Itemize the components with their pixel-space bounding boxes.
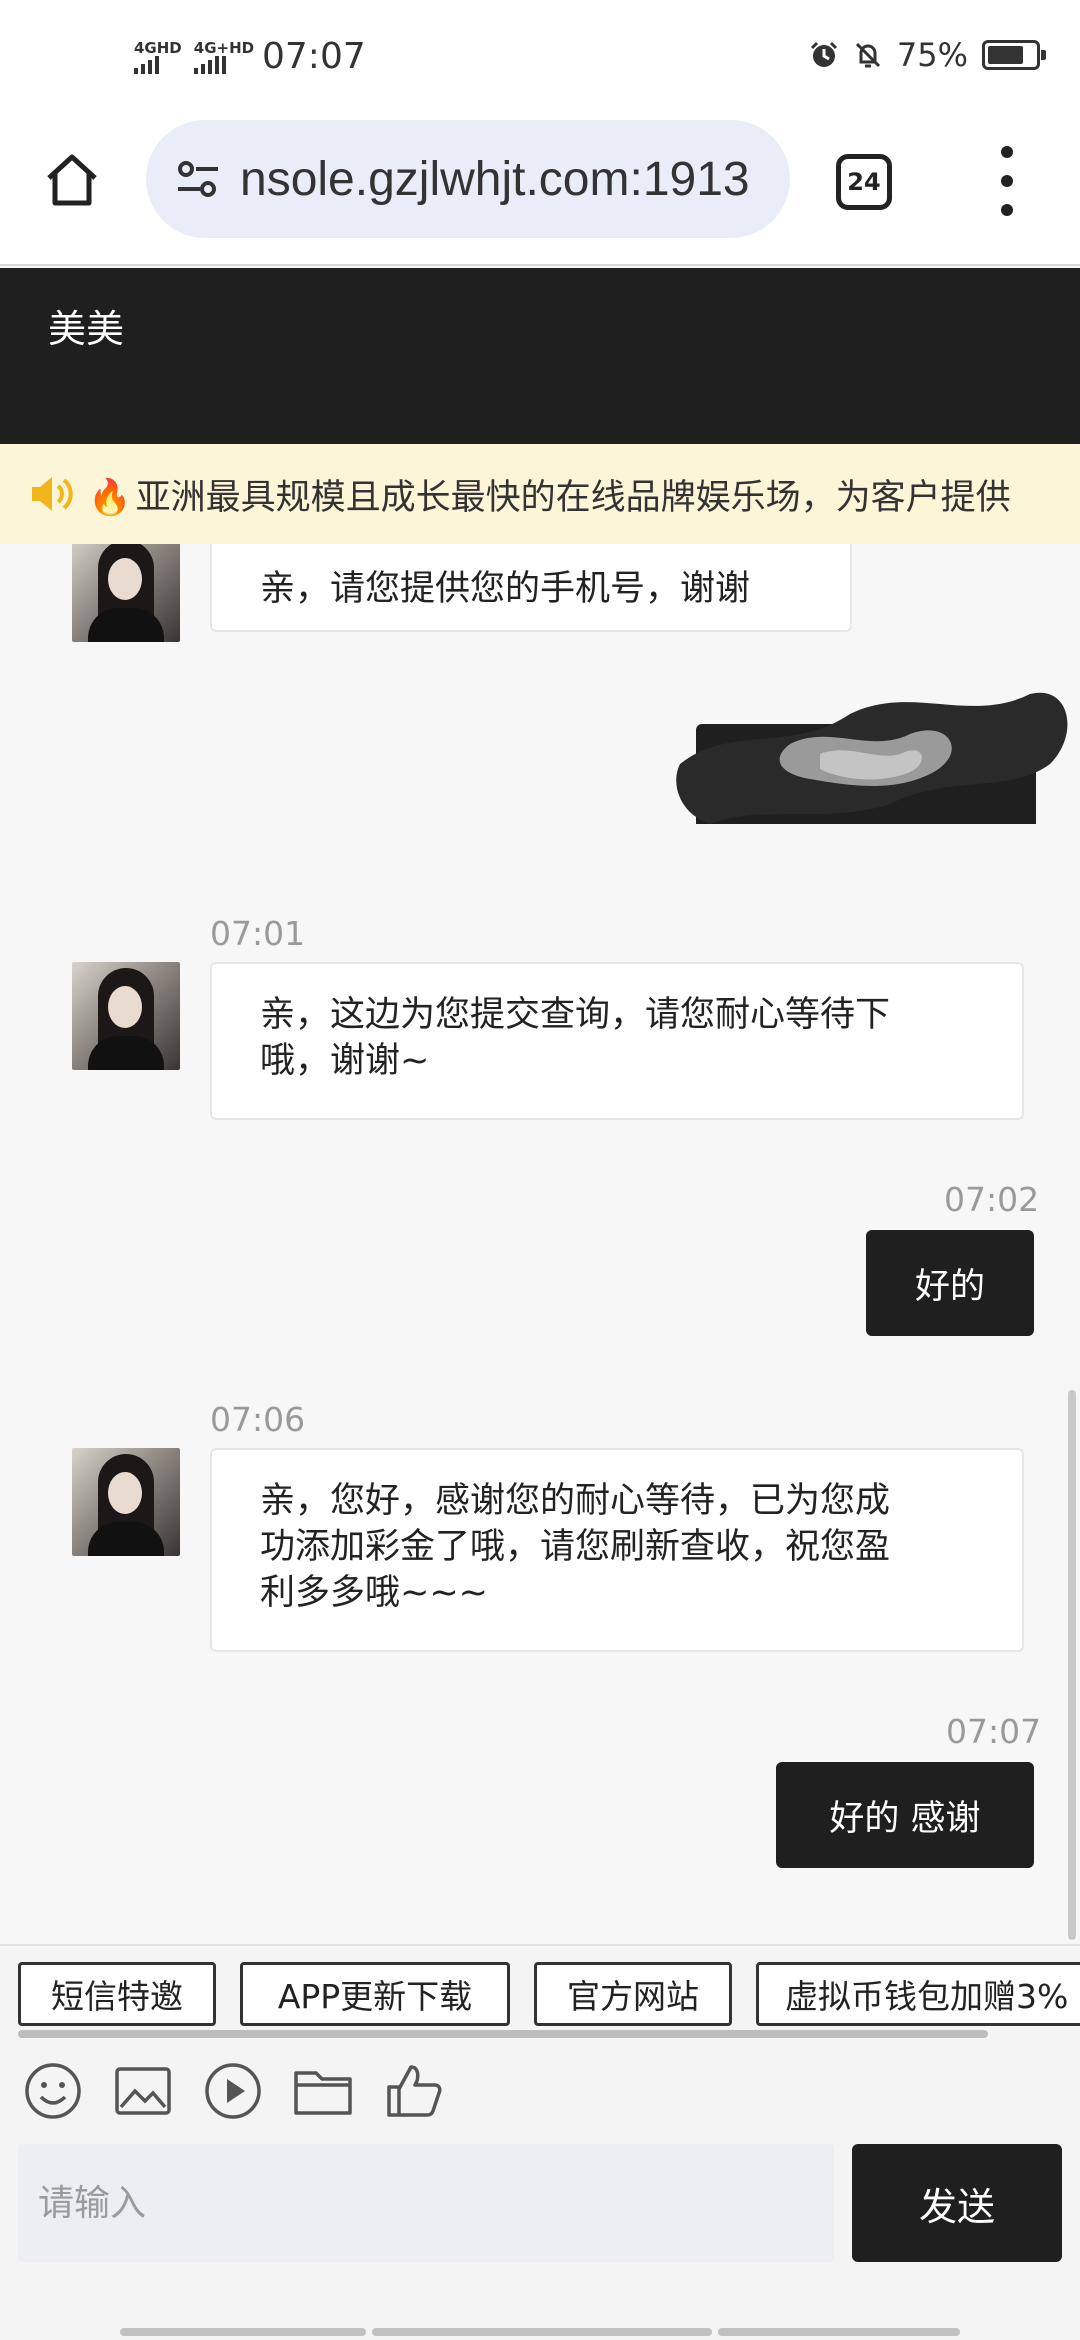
quick-button-official-site[interactable]: 官方网站 (534, 1962, 732, 2026)
message-line: 亲，您好，感谢您的耐心等待，已为您成 (260, 1481, 891, 1521)
status-time: 07:07 (262, 36, 366, 77)
fire-icon: 🔥 (88, 477, 132, 518)
incoming-message: 亲，您好，感谢您的耐心等待，已为您成 功添加彩金了哦，请您刷新查收，祝您盈 利多… (210, 1448, 1024, 1652)
message-text: 好的 感谢 (829, 1798, 981, 1839)
speaker-icon (32, 477, 73, 511)
tab-switcher-button[interactable]: 24 (836, 154, 892, 210)
message-timestamp: 07:07 (946, 1712, 1042, 1751)
outgoing-message: 好的 (866, 1230, 1034, 1336)
image-icon[interactable] (112, 2060, 174, 2122)
network-label-2: 4G+HD (193, 39, 255, 57)
agent-avatar (72, 962, 180, 1070)
browser-menu-button[interactable] (990, 146, 1024, 216)
quick-button-label: 官方网站 (567, 1977, 699, 2016)
message-timestamp: 07:01 (210, 914, 306, 953)
network-label-1: 4GHD (134, 39, 182, 57)
tab-count: 24 (847, 168, 881, 196)
emoji-icon[interactable] (22, 2060, 84, 2122)
home-icon (47, 154, 97, 206)
marquee-message: 亚洲最具规模且成长最快的在线品牌娱乐场，为客户提供 (135, 477, 1011, 518)
quick-bar-scrollbar[interactable] (18, 2030, 988, 2038)
chat-title: 美美 (48, 307, 125, 351)
signal-bars-icon (134, 56, 159, 74)
folder-icon[interactable] (292, 2060, 354, 2122)
browser-toolbar: nsole.gzjlwhjt.com:1913 24 (0, 116, 1080, 266)
battery-fill (988, 46, 1023, 64)
message-scrollbar[interactable] (1068, 1390, 1076, 1940)
quick-button-app-download[interactable]: APP更新下载 (240, 1962, 510, 2026)
outgoing-message: 好的 感谢 (776, 1762, 1034, 1868)
alarm-icon (810, 41, 837, 67)
gesture-bar (120, 2328, 366, 2336)
quick-button-label: 虚拟币钱包加赠3% (785, 1977, 1069, 2016)
status-bar: 4GHD 4G+HD 07:07 75% (0, 0, 1080, 116)
quick-button-label: 短信特邀 (51, 1977, 183, 2016)
menu-dot (1001, 146, 1013, 158)
quick-reply-bar: 短信特邀 APP更新下载 官方网站 虚拟币钱包加赠3% (0, 1944, 1080, 2040)
incoming-message: 亲，这边为您提交查询，请您耐心等待下 哦，谢谢~ (210, 962, 1024, 1120)
quick-button-label: APP更新下载 (277, 1977, 473, 2016)
mute-notifications-icon (855, 42, 880, 68)
composer: 发送 (0, 2144, 1080, 2340)
message-line: 功添加彩金了哦，请您刷新查收，祝您盈 (260, 1527, 891, 1567)
battery-icon (982, 40, 1046, 70)
network-signal-2: 4G+HD (193, 39, 255, 74)
send-button[interactable]: 发送 (852, 2144, 1062, 2262)
home-button[interactable] (38, 146, 106, 214)
network-signal-1: 4GHD (134, 40, 182, 74)
video-icon[interactable] (202, 2060, 264, 2122)
message-line: 亲，这边为您提交查询，请您耐心等待下 (260, 995, 891, 1035)
agent-avatar (72, 1448, 180, 1556)
thumbs-up-icon[interactable] (382, 2060, 444, 2122)
status-right: 75% (809, 36, 1046, 74)
battery-percent: 75% (896, 36, 968, 74)
message-text: 亲，请您提供您的手机号，谢谢 (260, 569, 751, 609)
message-timestamp: 07:02 (944, 1180, 1040, 1219)
redacted-message (676, 692, 1068, 824)
menu-dot (1001, 204, 1013, 216)
url-text: nsole.gzjlwhjt.com:1913 (240, 152, 750, 206)
gesture-bar (372, 2328, 712, 2336)
gesture-bar (718, 2328, 960, 2336)
incoming-message: 亲，请您提供您的手机号，谢谢 (210, 544, 852, 632)
network-indicators: 4GHD 4G+HD (134, 40, 254, 74)
address-bar[interactable]: nsole.gzjlwhjt.com:1913 (146, 120, 790, 238)
marquee-text: 🔥 亚洲最具规模且成长最快的在线品牌娱乐场，为客户提供 (88, 469, 1011, 520)
composer-toolbar (0, 2040, 1080, 2144)
chat-header: 美美 (0, 268, 1080, 444)
signal-bars-icon (193, 56, 226, 74)
quick-button-crypto-wallet[interactable]: 虚拟币钱包加赠3% (756, 1962, 1080, 2026)
message-line: 利多多哦~~~ (260, 1573, 488, 1613)
announcement-marquee: 🔥 亚洲最具规模且成长最快的在线品牌娱乐场，为客户提供 (0, 444, 1080, 544)
message-line: 哦，谢谢~ (260, 1041, 430, 1081)
menu-dot (1001, 175, 1013, 187)
message-list[interactable]: 亲，请您提供您的手机号，谢谢 07:01 亲，这边为您提交查询，请您耐心等待下 … (0, 544, 1080, 1944)
message-input[interactable] (18, 2144, 834, 2262)
quick-button-sms-invite[interactable]: 短信特邀 (18, 1962, 216, 2026)
message-text: 好的 (914, 1266, 985, 1307)
agent-avatar (72, 544, 180, 642)
message-timestamp: 07:06 (210, 1400, 306, 1439)
site-settings-icon[interactable] (170, 151, 226, 207)
